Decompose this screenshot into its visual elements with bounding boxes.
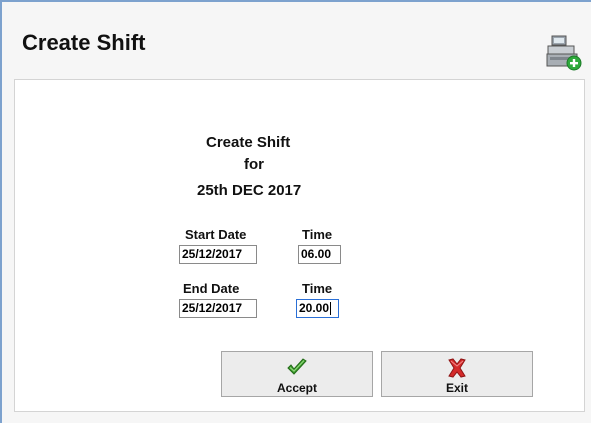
accept-button[interactable]: Accept xyxy=(221,351,373,397)
start-date-field[interactable]: 25/12/2017 xyxy=(179,245,257,264)
start-date-label: Start Date xyxy=(185,227,247,242)
title-bar: Create Shift xyxy=(4,4,591,76)
form-panel: Create Shift for 25th DEC 2017 Start Dat… xyxy=(14,79,585,412)
text-caret xyxy=(330,302,332,316)
start-date-value: 25/12/2017 xyxy=(182,247,243,261)
end-time-label: Time xyxy=(302,281,333,296)
green-checkmark-icon xyxy=(287,358,307,375)
red-x-icon xyxy=(448,358,466,378)
end-time-value: 20.00 xyxy=(299,301,330,315)
heading-date: 25th DEC 2017 xyxy=(197,182,302,199)
start-time-label: Time xyxy=(302,227,333,242)
exit-label: Exit xyxy=(445,381,468,395)
heading-for: for xyxy=(244,156,264,173)
accept-label: Accept xyxy=(276,381,317,395)
create-shift-window: Create Shift Create Shift for 25th DEC 2… xyxy=(0,0,591,423)
heading-create-shift: Create Shift xyxy=(206,134,291,151)
cash-register-add-icon xyxy=(546,35,582,71)
end-date-value: 25/12/2017 xyxy=(182,301,243,315)
start-time-value: 06.00 xyxy=(301,247,332,261)
end-date-label: End Date xyxy=(183,281,240,296)
end-date-field[interactable]: 25/12/2017 xyxy=(179,299,257,318)
end-time-field[interactable]: 20.00 xyxy=(296,299,339,318)
window-title: Create Shift xyxy=(22,30,146,55)
exit-button[interactable]: Exit xyxy=(381,351,533,397)
start-time-field[interactable]: 06.00 xyxy=(298,245,341,264)
